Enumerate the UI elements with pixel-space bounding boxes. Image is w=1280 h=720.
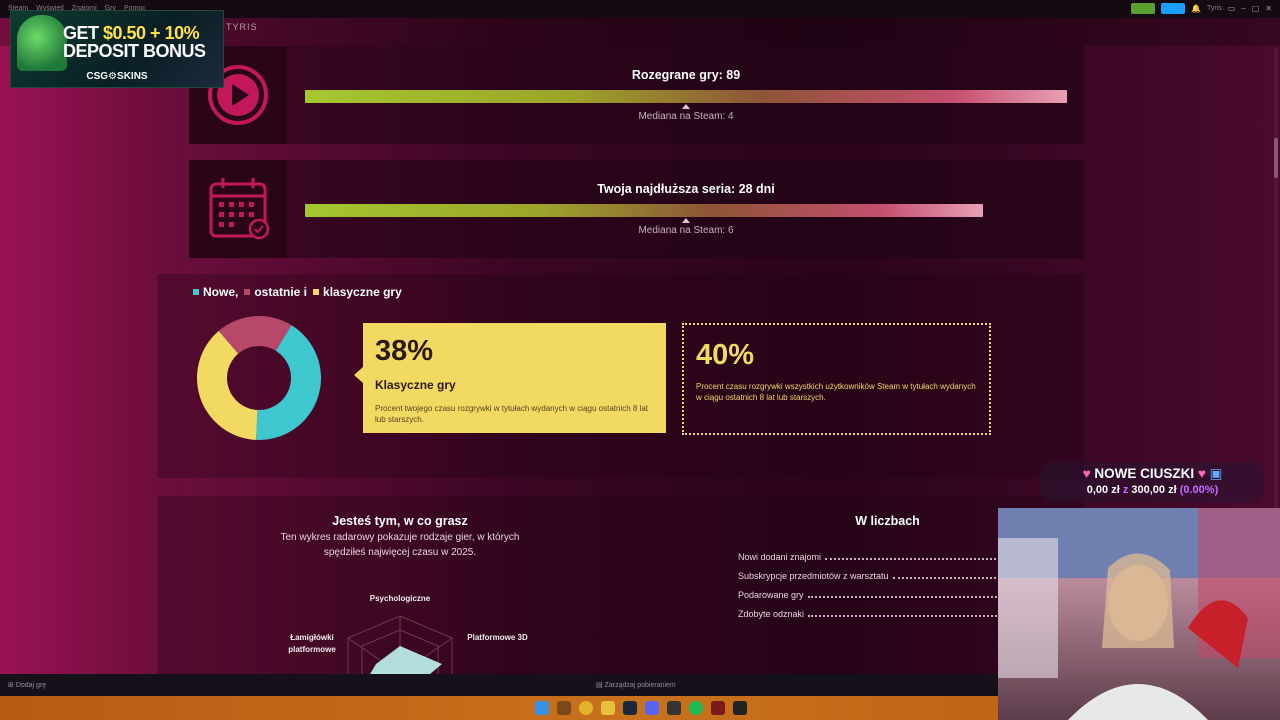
monitor-icon[interactable]: ▭ (1228, 4, 1236, 13)
streak-median: Mediana na Steam: 6 (638, 225, 734, 236)
app-icon[interactable] (733, 701, 747, 715)
global-percent: 40% (696, 339, 755, 371)
downloads-button[interactable]: ▤ Zarządzaj pobieraniem (596, 681, 676, 689)
numbers-row: Subskrypcje przedmiotów z warsztatu (738, 571, 1000, 581)
radar-axis-label: Psychologiczne (369, 594, 431, 603)
classic-description: Procent twojego czasu rozgrywki w tytuła… (375, 404, 649, 424)
game-age-legend: Nowe, ostatnie i klasyczne gry (193, 285, 402, 299)
legend-new-swatch (193, 289, 199, 295)
goal-title-text: NOWE CIUSZKI (1094, 466, 1195, 481)
games-played-median: Mediana na Steam: 4 (638, 111, 734, 122)
add-game-button[interactable]: ⊞ Dodaj grę (8, 681, 46, 689)
goal-current: 0,00 zł (1086, 484, 1120, 496)
dotted-leader (825, 558, 1000, 560)
calendar-icon (209, 178, 270, 240)
folder-icon[interactable] (601, 701, 615, 715)
game-age-donut-chart[interactable] (196, 315, 322, 441)
chrome-icon[interactable] (579, 701, 593, 715)
global-description: Procent czasu rozgrywki wszystkich użytk… (696, 382, 976, 402)
add-game-label: Dodaj grę (15, 682, 47, 689)
dotted-leader (892, 577, 1000, 579)
numbers-row-label: Nowi dodani znajomi (738, 552, 822, 562)
goal-amount: 0,00 zł z 300,00 zł (0.00%) (1040, 484, 1265, 496)
streak-iconbox (189, 160, 287, 258)
global-comparison-box: 40% Procent czasu rozgrywki wszystkich u… (682, 323, 991, 435)
goal-percent: (0.00%) (1179, 484, 1219, 496)
classic-title: Klasyczne gry (375, 378, 456, 392)
radar-subtitle: Ten wykres radarowy pokazuje rodzaje gie… (280, 532, 520, 558)
spotify-icon[interactable] (689, 701, 703, 715)
downloads-label: Zarządzaj pobieraniem (604, 682, 676, 689)
ad-line2: DEPOSIT BONUS (63, 41, 206, 61)
nav-label: TYRIS (226, 22, 258, 32)
dotted-leader (808, 615, 1000, 617)
obs-icon[interactable] (667, 701, 681, 715)
classic-percent: 38% (375, 335, 434, 367)
goal-separator: z (1122, 484, 1129, 496)
steam-icon[interactable] (623, 701, 637, 715)
numbers-row: Nowi dodani znajomi (738, 552, 1000, 562)
user-menu[interactable]: Tyris (1207, 5, 1222, 12)
scrollbar-thumb[interactable] (1274, 138, 1278, 178)
radar-title: Jesteś tym, w co grasz (332, 514, 468, 528)
games-played-bar (305, 90, 1067, 103)
maximize-icon[interactable]: ▢ (1252, 4, 1260, 13)
windows-start-icon[interactable] (535, 701, 549, 715)
games-played-title: Rozegrane gry: 89 (631, 68, 741, 82)
median-marker (682, 218, 690, 223)
streak-title: Twoja najdłuższa seria: 28 dni (597, 182, 775, 196)
legend-classic-swatch (313, 289, 320, 295)
close-icon[interactable]: ✕ (1265, 4, 1272, 13)
legend-recent-label: ostatnie i (254, 285, 308, 299)
heart-icon: ♥ (1082, 466, 1091, 481)
numbers-row-label: Zdobyte odznaki (738, 609, 805, 619)
webcam-overlay (998, 508, 1280, 720)
radar-chart (347, 615, 453, 674)
minimize-icon[interactable]: – (1241, 4, 1245, 13)
numbers-row-label: Podarowane gry (738, 590, 804, 600)
heart-icon: ♥ (1197, 466, 1206, 481)
legend-classic-label: klasyczne gry (323, 285, 402, 299)
ad-brand: CSG⚙SKINS (86, 71, 148, 82)
app-icon[interactable] (711, 701, 725, 715)
mascot-icon (17, 15, 67, 71)
numbers-row: Zdobyte odznaki (738, 609, 1000, 619)
streak-bar (305, 204, 983, 217)
goal-title: ♥ NOWE CIUSZKI ♥ ▣ (1040, 466, 1265, 482)
shopping-bag-icon: ▣ (1209, 466, 1223, 481)
numbers-title: W liczbach (855, 514, 920, 528)
legend-recent-swatch (244, 289, 251, 295)
classic-games-callout: 38% Klasyczne gry Procent twojego czasu … (354, 323, 666, 433)
median-marker (682, 104, 690, 109)
webcam-feed-image (998, 508, 1280, 720)
csgoskins-ad-overlay: GET $0.50 + 10% DEPOSIT BONUS CSG⚙SKINS (10, 10, 224, 88)
goal-target: 300,00 zł (1131, 484, 1177, 496)
dotted-leader (807, 596, 1000, 598)
search-icon[interactable] (557, 701, 571, 715)
broadcast-button[interactable] (1160, 3, 1185, 14)
bell-icon[interactable]: 🔔 (1191, 4, 1201, 13)
ad-line1-text: GET (63, 23, 104, 43)
ad-line1-amount: $0.50 + 10% (103, 23, 200, 43)
numbers-row-label: Subskrypcje przedmiotów z warsztatu (738, 571, 889, 581)
numbers-row: Podarowane gry (738, 590, 1000, 600)
discord-icon[interactable] (645, 701, 659, 715)
legend-new-label: Nowe, (203, 285, 239, 299)
donation-goal-overlay: ♥ NOWE CIUSZKI ♥ ▣ 0,00 zł z 300,00 zł (… (1040, 462, 1265, 502)
friends-button[interactable] (1130, 3, 1155, 14)
